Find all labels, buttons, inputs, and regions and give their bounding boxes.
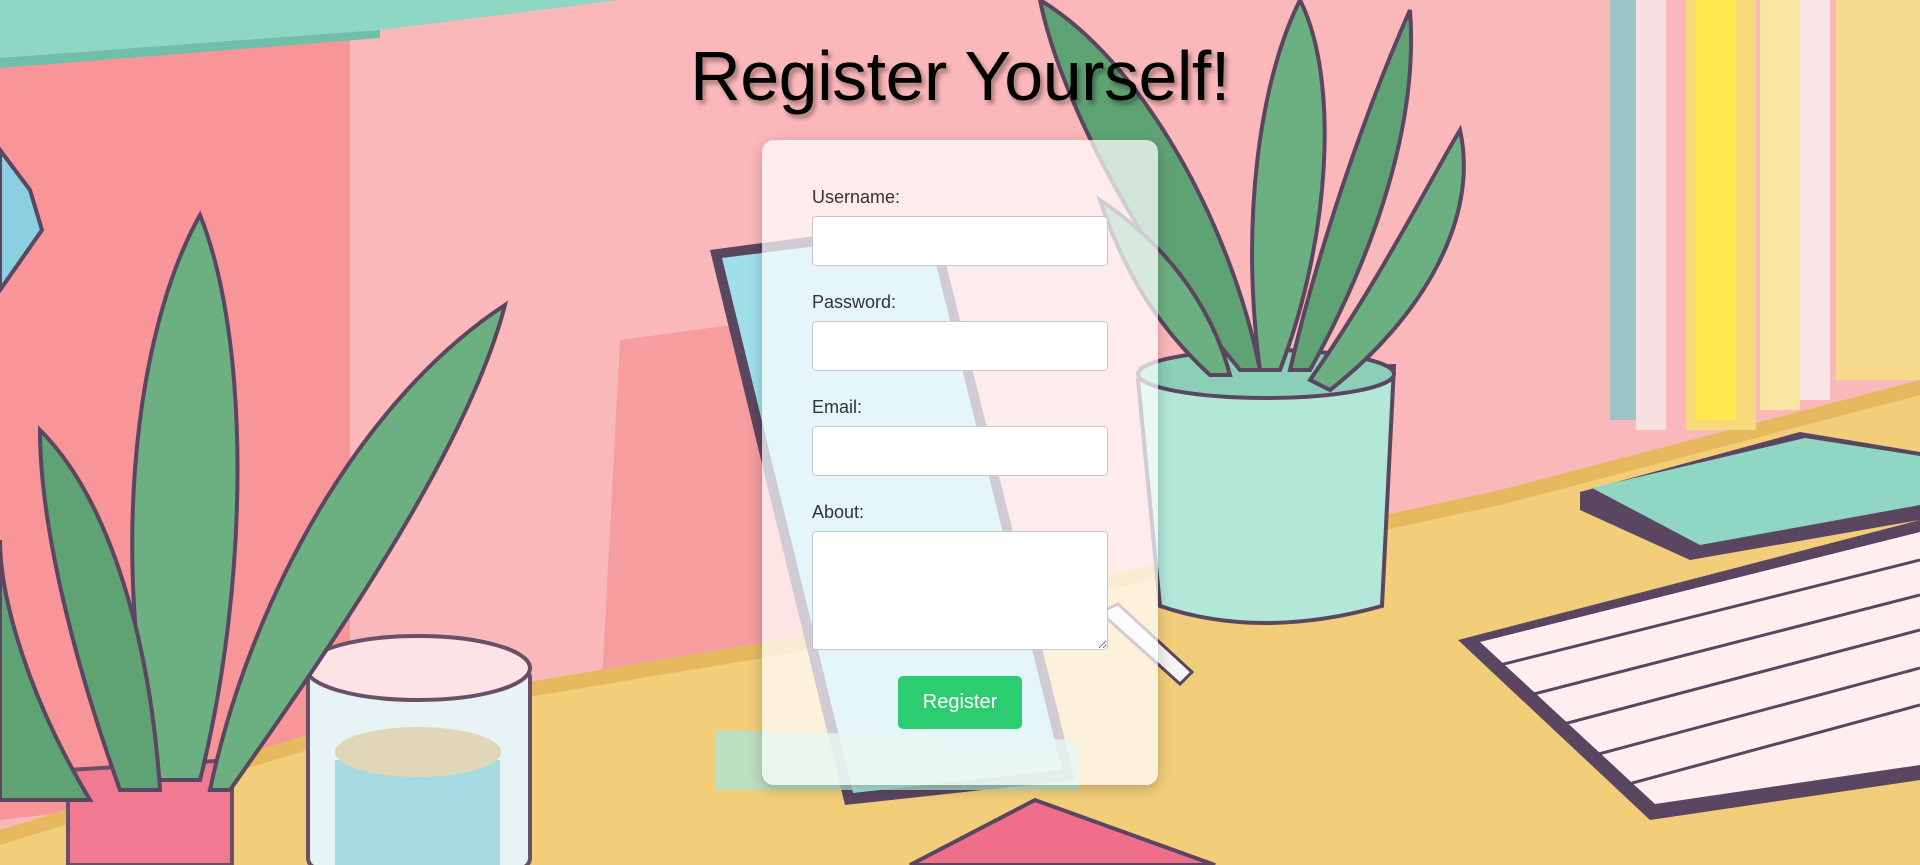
- email-input[interactable]: [812, 426, 1108, 476]
- about-label: About:: [812, 502, 865, 522]
- username-input[interactable]: [812, 216, 1108, 266]
- page: Register Yourself! Username: Password: E…: [0, 0, 1920, 865]
- username-label: Username:: [812, 187, 901, 207]
- register-button[interactable]: Register: [898, 676, 1022, 729]
- password-input[interactable]: [812, 321, 1108, 371]
- password-label: Password:: [812, 292, 897, 312]
- registration-form: Username: Password: Email: About: Regist…: [762, 140, 1158, 785]
- about-textarea[interactable]: [812, 531, 1108, 650]
- page-title: Register Yourself!: [690, 37, 1230, 115]
- email-label: Email:: [812, 397, 863, 417]
- submit-row: Register: [812, 676, 1108, 729]
